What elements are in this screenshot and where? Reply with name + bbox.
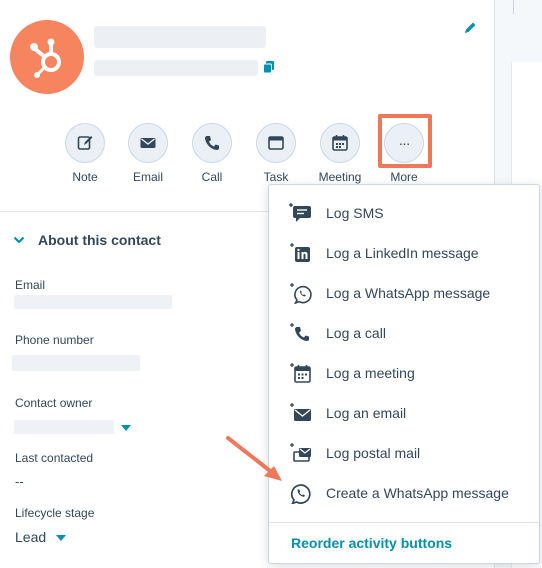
about-section-header[interactable]: About this contact xyxy=(12,232,161,248)
phone-field-value-redacted[interactable] xyxy=(12,355,140,371)
about-section-title: About this contact xyxy=(38,232,161,248)
note-button[interactable] xyxy=(65,123,105,163)
more-button-highlight xyxy=(378,114,432,168)
menu-item-label: Log a call xyxy=(326,325,386,341)
note-action[interactable]: Note xyxy=(60,123,110,184)
reorder-activity-buttons-link[interactable]: Reorder activity buttons xyxy=(291,535,452,551)
task-button[interactable] xyxy=(256,123,296,163)
log-email-icon xyxy=(290,403,311,421)
callout-arrow-icon xyxy=(226,436,282,481)
calendar-icon xyxy=(332,135,348,151)
phone-icon xyxy=(205,136,219,150)
email-button[interactable] xyxy=(128,123,168,163)
sidebar-divider xyxy=(513,0,514,14)
lifecycle-dropdown-caret-icon[interactable] xyxy=(56,535,66,541)
email-field-value-redacted[interactable] xyxy=(14,295,172,309)
menu-divider xyxy=(269,522,539,523)
email-label: Email xyxy=(132,170,163,184)
menu-item-log-sms[interactable]: Log SMS xyxy=(269,193,539,233)
task-action[interactable]: Task xyxy=(251,123,301,184)
menu-item-label: Create a WhatsApp message xyxy=(326,485,509,501)
menu-item-label: Log a WhatsApp message xyxy=(326,285,491,301)
more-actions-menu: Log SMS Log a LinkedIn message Log a Wha… xyxy=(268,184,540,564)
menu-item-label: Log SMS xyxy=(326,205,384,221)
menu-item-label: Log postal mail xyxy=(326,445,421,461)
menu-item-log-whatsapp[interactable]: Log a WhatsApp message xyxy=(269,273,539,313)
menu-item-log-meeting[interactable]: Log a meeting xyxy=(269,353,539,393)
owner-field-label: Contact owner xyxy=(15,396,93,410)
owner-dropdown-caret-icon[interactable] xyxy=(121,425,131,431)
note-label: Note xyxy=(72,170,98,184)
menu-item-log-email[interactable]: Log an email xyxy=(269,393,539,433)
more-label: More xyxy=(390,170,418,184)
log-postal-mail-icon xyxy=(290,443,311,462)
log-sms-icon xyxy=(289,203,311,222)
menu-item-log-linkedin[interactable]: Log a LinkedIn message xyxy=(269,233,539,273)
chevron-down-icon xyxy=(13,236,25,244)
task-icon xyxy=(268,136,284,150)
meeting-action[interactable]: Meeting xyxy=(315,123,365,184)
task-label: Task xyxy=(263,170,289,184)
contact-name-redacted xyxy=(94,26,266,48)
whatsapp-icon xyxy=(290,484,311,504)
menu-item-label: Log a LinkedIn message xyxy=(326,245,479,261)
edit-pencil-icon[interactable] xyxy=(462,20,478,36)
meeting-button[interactable] xyxy=(320,123,360,163)
note-icon xyxy=(77,136,93,150)
log-linkedin-icon xyxy=(290,243,310,262)
hubspot-logo-avatar xyxy=(10,20,84,94)
copy-icon[interactable] xyxy=(262,60,276,74)
menu-item-log-call[interactable]: Log a call xyxy=(269,313,539,353)
email-field-label: Email xyxy=(15,278,46,292)
call-action[interactable]: Call xyxy=(187,123,237,184)
menu-item-label: Log an email xyxy=(326,405,407,421)
last-contacted-value: -- xyxy=(15,474,24,489)
call-button[interactable] xyxy=(192,123,232,163)
menu-item-create-whatsapp[interactable]: Create a WhatsApp message xyxy=(269,473,539,513)
menu-item-label: Log a meeting xyxy=(326,365,415,381)
phone-field-label: Phone number xyxy=(15,333,94,347)
menu-item-log-postal-mail[interactable]: Log postal mail xyxy=(269,433,539,473)
owner-field-value-redacted[interactable] xyxy=(14,420,114,434)
hubspot-sprocket-icon xyxy=(30,38,61,78)
call-label: Call xyxy=(201,170,223,184)
last-contacted-label: Last contacted xyxy=(15,451,94,465)
log-whatsapp-icon xyxy=(290,283,312,304)
meeting-label: Meeting xyxy=(318,170,362,184)
lifecycle-stage-label: Lifecycle stage xyxy=(15,506,95,520)
log-meeting-icon xyxy=(290,363,311,383)
email-icon xyxy=(140,138,156,148)
contact-email-redacted xyxy=(94,60,258,76)
log-call-icon xyxy=(290,323,309,341)
email-action[interactable]: Email xyxy=(123,123,173,184)
lifecycle-stage-value[interactable]: Lead xyxy=(15,529,46,545)
